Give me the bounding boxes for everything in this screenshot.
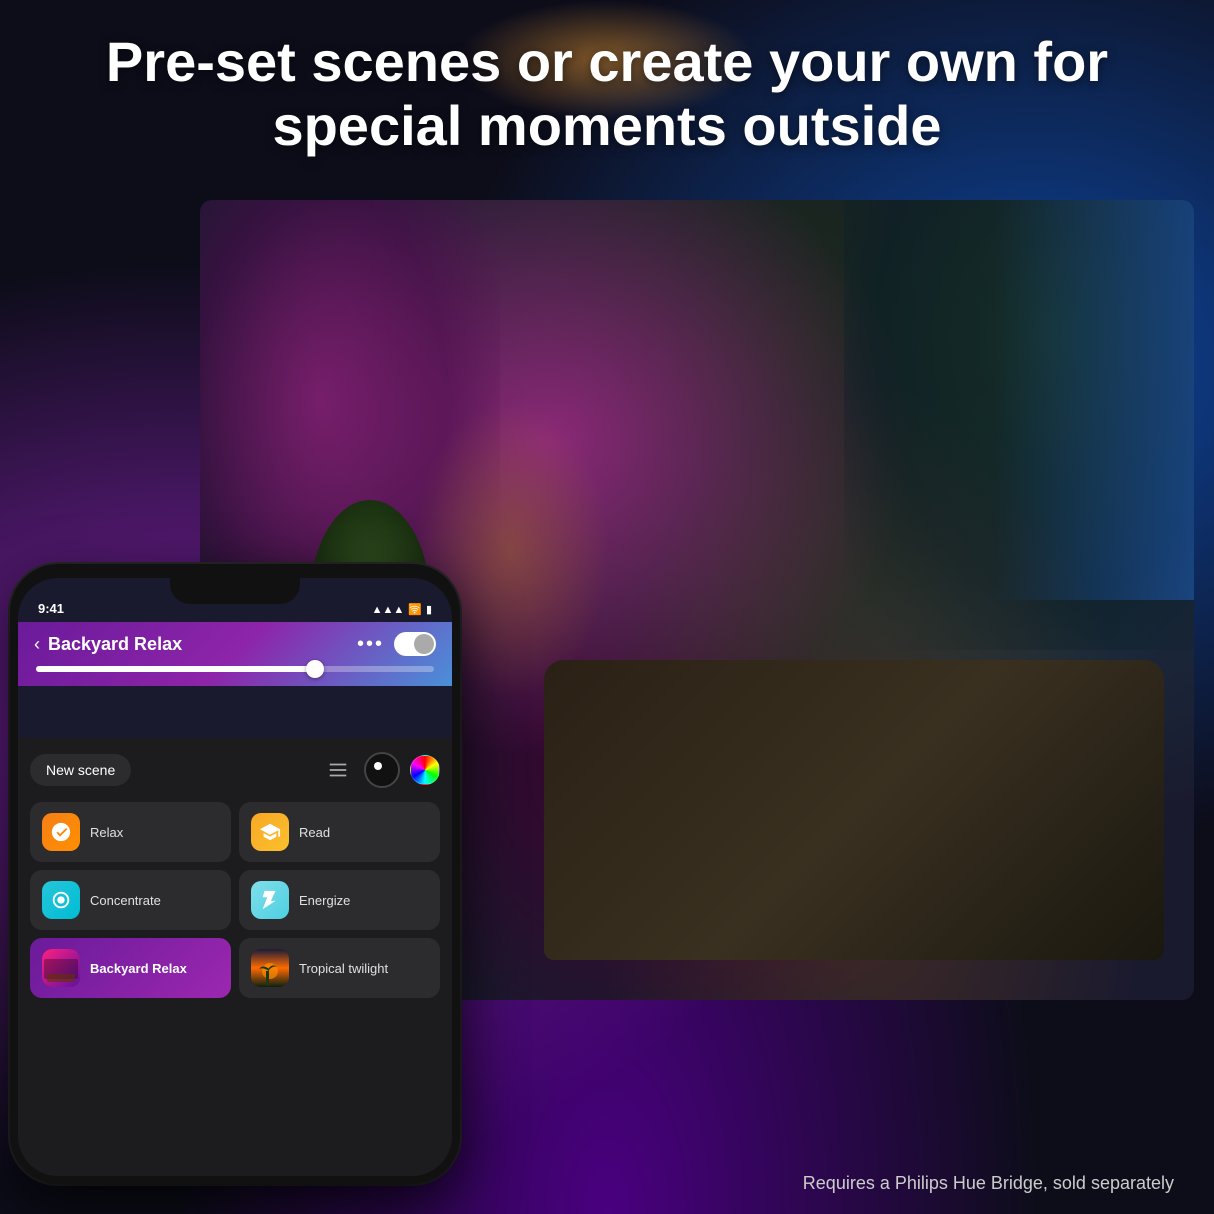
scene-grid: Relax Read xyxy=(30,802,440,998)
couch xyxy=(544,660,1164,960)
relax-label: Relax xyxy=(90,825,123,840)
scene-card-energize[interactable]: Energize xyxy=(239,870,440,930)
back-button[interactable]: ‹ xyxy=(34,634,40,655)
toolbar-row: New scene xyxy=(30,752,440,788)
signal-icon: ▲▲▲ xyxy=(372,604,405,616)
concentrate-label: Concentrate xyxy=(90,893,161,908)
tropical-label: Tropical twilight xyxy=(299,961,388,976)
tropical-icon xyxy=(251,949,289,987)
scene-card-read[interactable]: Read xyxy=(239,802,440,862)
read-label: Read xyxy=(299,825,330,840)
status-icons: ▲▲▲ 🛜 ▮ xyxy=(372,603,432,616)
backyard-icon xyxy=(42,949,80,987)
app-header-row: ‹ Backyard Relax ••• xyxy=(34,632,436,656)
scene-card-relax[interactable]: Relax xyxy=(30,802,231,862)
more-button[interactable]: ••• xyxy=(357,633,384,656)
phone-wrapper: 9:41 ▲▲▲ 🛜 ▮ ‹ Backyard Relax ••• xyxy=(10,564,500,1184)
phone-notch xyxy=(170,578,300,604)
app-header: ‹ Backyard Relax ••• xyxy=(18,622,452,686)
page-title: Pre-set scenes or create your own for sp… xyxy=(0,30,1214,159)
phone-screen: 9:41 ▲▲▲ 🛜 ▮ ‹ Backyard Relax ••• xyxy=(18,578,452,1176)
page-header: Pre-set scenes or create your own for sp… xyxy=(0,30,1214,159)
disclaimer-text: Requires a Philips Hue Bridge, sold sepa… xyxy=(803,1173,1174,1194)
phone-device: 9:41 ▲▲▲ 🛜 ▮ ‹ Backyard Relax ••• xyxy=(10,564,460,1184)
brightness-row xyxy=(34,666,436,672)
relax-icon xyxy=(42,813,80,851)
brightness-fill xyxy=(36,666,315,672)
concentrate-icon xyxy=(42,881,80,919)
power-toggle[interactable] xyxy=(394,632,436,656)
backyard-label: Backyard Relax xyxy=(90,961,187,976)
wifi-icon: 🛜 xyxy=(408,603,422,616)
color-wheel-icon[interactable] xyxy=(410,755,440,785)
palette-icon[interactable] xyxy=(364,752,400,788)
new-scene-button[interactable]: New scene xyxy=(30,754,131,786)
app-content: New scene xyxy=(18,738,452,1176)
energize-icon xyxy=(251,881,289,919)
scene-card-tropical[interactable]: Tropical twilight xyxy=(239,938,440,998)
energize-label: Energize xyxy=(299,893,350,908)
read-icon xyxy=(251,813,289,851)
app-title: Backyard Relax xyxy=(48,634,357,655)
status-time: 9:41 xyxy=(38,601,64,616)
brightness-thumb xyxy=(306,660,324,678)
scene-card-concentrate[interactable]: Concentrate xyxy=(30,870,231,930)
person-area xyxy=(544,300,1194,1000)
brightness-slider[interactable] xyxy=(36,666,434,672)
battery-icon: ▮ xyxy=(426,603,432,616)
scene-card-backyard[interactable]: Backyard Relax xyxy=(30,938,231,998)
list-view-icon[interactable] xyxy=(322,754,354,786)
